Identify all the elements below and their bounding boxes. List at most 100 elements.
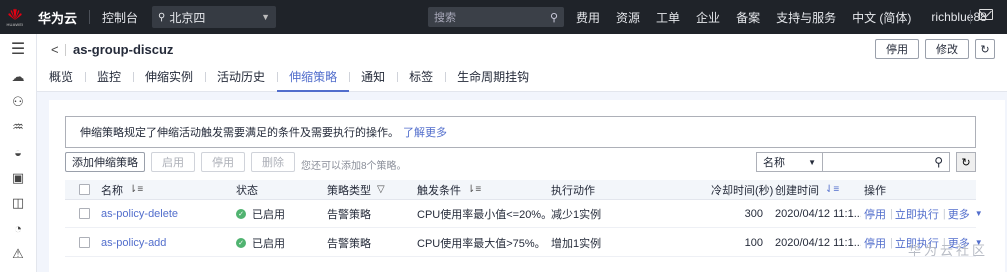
nav-filing[interactable]: 备案 bbox=[736, 9, 760, 26]
filter-icon[interactable]: ▽ bbox=[377, 184, 385, 195]
tab-scaling-policies[interactable]: 伸缩策略 bbox=[277, 68, 350, 92]
server-icon[interactable]: ▣ bbox=[10, 170, 26, 186]
divider bbox=[89, 10, 91, 24]
col-ops: 操作 bbox=[864, 184, 886, 197]
nav-fees[interactable]: 费用 bbox=[576, 9, 600, 26]
execute-now-link[interactable]: 立即执行 bbox=[895, 206, 939, 222]
left-sidebar: ☰ ☁ ⚇ ♒ ◒ ▣ ◫ ◔ ⚠ bbox=[0, 34, 37, 272]
col-created[interactable]: 创建时间 ⇃≡ bbox=[775, 180, 839, 199]
filter-label: 名称 bbox=[763, 157, 785, 169]
mail-icon[interactable] bbox=[979, 9, 993, 20]
disable-policy-link[interactable]: 停用 bbox=[864, 235, 886, 251]
global-search-input[interactable]: 搜索 ⚲ bbox=[428, 7, 564, 27]
policy-created-time: 2020/04/12 11:1... bbox=[775, 236, 861, 249]
console-link[interactable]: 控制台 bbox=[102, 9, 138, 26]
policy-condition: CPU使用率最小值<=20%。连... bbox=[417, 208, 545, 221]
policy-type: 告警策略 bbox=[327, 237, 371, 250]
search-icon[interactable]: ⚲ bbox=[934, 155, 943, 169]
policy-name-link[interactable]: as-policy-delete bbox=[101, 200, 178, 227]
logo-wordmark: HUAWEI bbox=[6, 22, 24, 27]
policy-action: 减少1实例 bbox=[551, 208, 602, 221]
database-icon[interactable]: ◫ bbox=[10, 195, 26, 211]
col-type[interactable]: 策略类型 ▽ bbox=[327, 180, 385, 199]
network-icon[interactable]: ⚇ bbox=[10, 94, 26, 110]
page-header: < as-group-discuz 停用 修改 ↻ 概览 监控 伸缩实例 活动历… bbox=[37, 34, 1007, 92]
sort-icon[interactable]: ⇂≡ bbox=[467, 184, 481, 195]
brand-name[interactable]: 华为云 bbox=[38, 8, 77, 27]
delete-button[interactable]: 删除 bbox=[251, 152, 295, 172]
policy-created-time: 2020/04/12 11:1... bbox=[775, 207, 861, 220]
disable-policy-link[interactable]: 停用 bbox=[864, 206, 886, 222]
cluster-icon[interactable]: ♒ bbox=[10, 119, 26, 135]
tab-notifications[interactable]: 通知 bbox=[349, 68, 397, 92]
tab-activity-history[interactable]: 活动历史 bbox=[205, 68, 277, 92]
info-text: 伸缩策略规定了伸缩活动触发需要满足的条件及需要执行的操作。 bbox=[80, 127, 399, 139]
divider bbox=[970, 10, 971, 24]
tab-bar: 概览 监控 伸缩实例 活动历史 伸缩策略 通知 标签 生命周期挂钩 bbox=[37, 68, 541, 92]
search-icon[interactable]: ⚲ bbox=[550, 11, 558, 24]
learn-more-link[interactable]: 了解更多 bbox=[403, 124, 447, 140]
nav-enterprise[interactable]: 企业 bbox=[696, 9, 720, 26]
region-label: 北京四 bbox=[169, 10, 206, 25]
tab-lifecycle-hooks[interactable]: 生命周期挂钩 bbox=[445, 68, 541, 92]
table-row: as-policy-add ✓已启用 告警策略 CPU使用率最大值>75%。连.… bbox=[65, 229, 983, 257]
menu-icon[interactable]: ☰ bbox=[10, 41, 26, 58]
info-box: 伸缩策略规定了伸缩活动触发需要满足的条件及需要执行的操作。 了解更多 bbox=[65, 116, 976, 148]
table-header: 名称 ⇂≡ 状态 策略类型 ▽ 触发条件 ⇂≡ 执行动作 冷却时间(秒) 创建时间 ⇃≡… bbox=[65, 180, 976, 200]
check-circle-icon: ✓ bbox=[236, 237, 246, 248]
modify-group-button[interactable]: 修改 bbox=[925, 39, 969, 59]
disable-group-button[interactable]: 停用 bbox=[875, 39, 919, 59]
language-selector[interactable]: 中文 (简体) bbox=[852, 9, 911, 26]
nav-support[interactable]: 支持与服务 bbox=[776, 9, 836, 26]
row-operations: 停用 | 立即执行 | 更多 ▼ bbox=[864, 206, 983, 222]
col-condition[interactable]: 触发条件 ⇂≡ bbox=[417, 180, 481, 199]
page-title: as-group-discuz bbox=[73, 42, 174, 57]
nav-tickets[interactable]: 工单 bbox=[656, 9, 680, 26]
policy-cooldown: 300 bbox=[744, 207, 763, 220]
tab-monitoring[interactable]: 监控 bbox=[85, 68, 133, 92]
sort-desc-icon[interactable]: ⇃≡ bbox=[825, 184, 839, 195]
chevron-down-icon: ▼ bbox=[974, 209, 983, 218]
row-checkbox[interactable] bbox=[79, 236, 90, 248]
back-arrow-icon[interactable]: < bbox=[51, 42, 59, 57]
huawei-flower-icon bbox=[8, 8, 22, 20]
policy-name-link[interactable]: as-policy-add bbox=[101, 229, 166, 256]
col-name[interactable]: 名称 ⇂≡ bbox=[101, 180, 143, 199]
region-selector[interactable]: ⚲ 北京四 ▼ bbox=[152, 6, 277, 28]
tab-tags[interactable]: 标签 bbox=[397, 68, 445, 92]
filter-search-input[interactable]: ⚲ bbox=[822, 152, 950, 172]
tab-instances[interactable]: 伸缩实例 bbox=[133, 68, 205, 92]
select-all-checkbox[interactable] bbox=[79, 183, 90, 195]
tab-overview[interactable]: 概览 bbox=[37, 68, 85, 92]
huawei-logo[interactable]: HUAWEI bbox=[0, 0, 30, 34]
status-badge: ✓ 已启用 bbox=[236, 229, 285, 256]
status-badge: ✓ 已启用 bbox=[236, 200, 285, 227]
refresh-icon[interactable]: ↻ bbox=[956, 152, 976, 172]
refresh-icon[interactable]: ↻ bbox=[975, 39, 995, 59]
policy-panel: 伸缩策略规定了伸缩活动触发需要满足的条件及需要执行的操作。 了解更多 添加伸缩策… bbox=[49, 100, 1005, 272]
policy-cooldown: 100 bbox=[744, 236, 763, 249]
chevron-down-icon: ▼ bbox=[808, 157, 816, 167]
storage-icon[interactable]: ◒ bbox=[10, 144, 26, 160]
row-checkbox[interactable] bbox=[79, 207, 90, 219]
col-status: 状态 bbox=[236, 184, 258, 197]
filter-field-select[interactable]: 名称 ▼ bbox=[756, 152, 822, 172]
search-placeholder: 搜索 bbox=[434, 12, 456, 24]
check-circle-icon: ✓ bbox=[236, 208, 246, 219]
tools-icon[interactable]: ⚠ bbox=[10, 246, 26, 262]
chevron-down-icon: ▼ bbox=[261, 12, 271, 22]
table-row: as-policy-delete ✓ 已启用 告警策略 CPU使用率最小值<=20… bbox=[65, 200, 983, 228]
more-menu[interactable]: 更多 bbox=[948, 206, 970, 222]
col-action: 执行动作 bbox=[551, 184, 595, 197]
cloud-icon[interactable]: ☁ bbox=[10, 69, 26, 85]
watermark: 华为云社区 bbox=[908, 243, 989, 258]
sort-icon[interactable]: ⇂≡ bbox=[129, 184, 143, 195]
disable-button[interactable]: 停用 bbox=[201, 152, 245, 172]
enable-button[interactable]: 启用 bbox=[151, 152, 195, 172]
policy-type: 告警策略 bbox=[327, 208, 371, 221]
add-policy-button[interactable]: 添加伸缩策略 bbox=[65, 152, 145, 172]
top-links: 费用 资源 工单 企业 备案 支持与服务 中文 (简体) richblue88 bbox=[576, 0, 1003, 34]
monitor-icon[interactable]: ◔ bbox=[10, 220, 26, 236]
nav-resources[interactable]: 资源 bbox=[616, 9, 640, 26]
policy-condition: CPU使用率最大值>75%。连... bbox=[417, 237, 545, 250]
